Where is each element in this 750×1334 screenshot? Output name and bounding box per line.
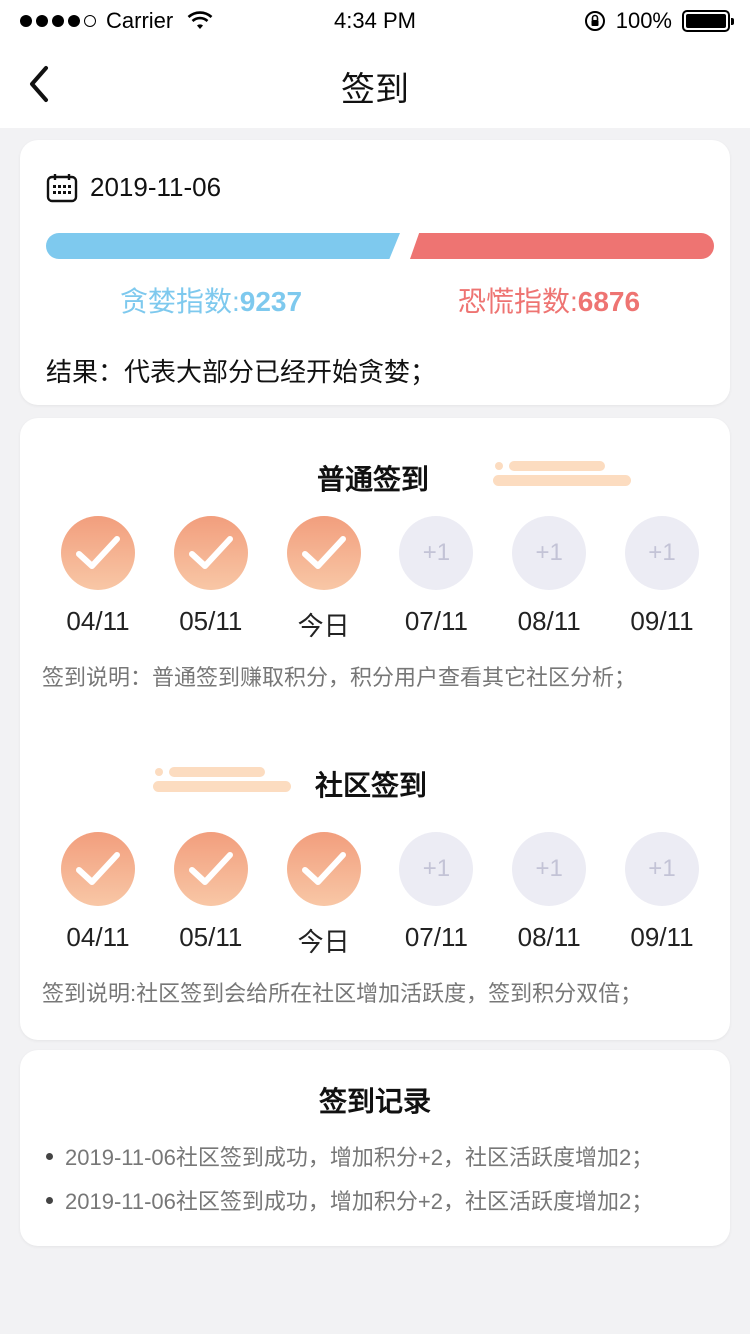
- bullet-icon: [46, 1196, 53, 1204]
- signin-day: 04/11: [60, 516, 136, 643]
- greed-value: 9237: [239, 286, 303, 317]
- day-label: 05/11: [179, 922, 243, 952]
- result-text: 结果：代表大部分已经开始贪婪；: [46, 357, 437, 387]
- day-label: 09/11: [630, 606, 694, 636]
- signed-day-button[interactable]: [61, 832, 135, 906]
- unsigned-day-button[interactable]: +1: [399, 516, 474, 590]
- checkmark-icon: [188, 536, 233, 569]
- cloud-decoration-icon: [493, 458, 633, 488]
- day-label: 08/11: [517, 922, 581, 952]
- day-label: 07/11: [404, 606, 468, 636]
- signin-day: 今日: [286, 516, 362, 643]
- page-title: 签到: [341, 71, 409, 109]
- record-item: 2019-11-06社区签到成功，增加积分+2，社区活跃度增加2；: [46, 1134, 653, 1178]
- signed-day-button[interactable]: [173, 516, 248, 590]
- reward-label: +1: [535, 539, 563, 566]
- signin-day: 05/11: [173, 516, 249, 643]
- fear-bar: [410, 233, 714, 259]
- day-label: 08/11: [517, 606, 581, 636]
- checkmark-icon: [76, 536, 120, 569]
- signed-day-button[interactable]: [61, 516, 135, 590]
- date-row: 2019-11-06: [46, 172, 221, 203]
- checkmark-icon: [188, 852, 233, 885]
- day-label: 今日: [297, 927, 350, 957]
- signin-day: +1 07/11: [398, 516, 474, 643]
- nav-bar: 签到: [0, 40, 750, 128]
- day-label: 07/11: [404, 922, 468, 952]
- battery-group: 100%: [584, 8, 734, 34]
- signin-day: 今日: [286, 832, 362, 959]
- unsigned-day-button[interactable]: +1: [399, 832, 474, 906]
- day-label: 05/11: [179, 606, 243, 636]
- records-list: 2019-11-06社区签到成功，增加积分+2，社区活跃度增加2； 2019-1…: [46, 1134, 653, 1222]
- community-signin-title: 社区签到: [315, 770, 428, 801]
- reward-label: +1: [648, 539, 676, 566]
- reward-label: +1: [535, 855, 563, 882]
- signed-day-button[interactable]: [286, 516, 361, 590]
- record-text: 2019-11-06社区签到成功，增加积分+2，社区活跃度增加2；: [65, 1189, 654, 1214]
- signed-day-button[interactable]: [286, 832, 361, 906]
- battery-icon: [682, 10, 734, 32]
- community-signin-note: 签到说明:社区签到会给所在社区增加活跃度，签到积分双倍；: [42, 981, 643, 1006]
- fear-label: 恐慌指数:: [458, 286, 578, 317]
- signin-day: +1 08/11: [511, 516, 587, 643]
- signed-day-button[interactable]: [173, 832, 248, 906]
- fear-value: 6876: [577, 286, 641, 317]
- signin-day: +1 08/11: [511, 832, 587, 959]
- signin-day: +1 09/11: [624, 516, 700, 643]
- date-text: 2019-11-06: [90, 172, 222, 202]
- signin-day: +1 09/11: [624, 832, 700, 959]
- battery-percent: 100%: [615, 8, 672, 33]
- normal-signin-days: 04/11 05/11 今日 +1 07/11 +1 08/11 +1 09/11: [60, 516, 700, 643]
- normal-signin-title: 普通签到: [317, 464, 430, 495]
- checkmark-icon: [76, 852, 120, 885]
- records-title: 签到记录: [318, 1086, 431, 1117]
- bullet-icon: [46, 1152, 53, 1160]
- signin-day: 04/11: [60, 832, 136, 959]
- signin-records-card: 签到记录 2019-11-06社区签到成功，增加积分+2，社区活跃度增加2； 2…: [20, 1050, 730, 1246]
- greed-label: 贪婪指数:: [120, 286, 240, 317]
- reward-label: +1: [422, 539, 451, 566]
- unsigned-day-button[interactable]: +1: [512, 516, 587, 590]
- reward-label: +1: [422, 855, 451, 882]
- signin-card: 普通签到 04/11 05/11 今日 +1 07/11 +1 08/11 +1 09/11 签…: [20, 418, 730, 1040]
- cloud-decoration-icon: [153, 764, 293, 794]
- unsigned-day-button[interactable]: +1: [512, 832, 587, 906]
- day-label: 04/11: [66, 922, 130, 952]
- unsigned-day-button[interactable]: +1: [624, 516, 699, 590]
- greed-bar: [46, 233, 400, 259]
- signin-day: 05/11: [173, 832, 249, 959]
- checkmark-icon: [301, 536, 346, 569]
- record-item: 2019-11-06社区签到成功，增加积分+2，社区活跃度增加2；: [46, 1178, 653, 1222]
- reward-label: +1: [648, 855, 676, 882]
- community-signin-days: 04/11 05/11 今日 +1 07/11 +1 08/11 +1 09/11: [60, 832, 700, 959]
- normal-signin-note: 签到说明：普通签到赚取积分，积分用户查看其它社区分析；: [42, 665, 637, 690]
- greed-index: 贪婪指数:9237: [120, 280, 302, 320]
- day-label: 今日: [297, 611, 350, 641]
- checkmark-icon: [301, 852, 346, 885]
- day-label: 09/11: [630, 922, 694, 952]
- orientation-lock-icon: [584, 11, 605, 31]
- day-label: 04/11: [66, 606, 130, 636]
- fear-index: 恐慌指数:6876: [458, 280, 640, 320]
- status-bar: Carrier 4:34 PM 100%: [0, 0, 750, 40]
- calendar-icon: [46, 173, 78, 202]
- record-text: 2019-11-06社区签到成功，增加积分+2，社区活跃度增加2；: [65, 1145, 654, 1170]
- signin-day: +1 07/11: [398, 832, 474, 959]
- unsigned-day-button[interactable]: +1: [624, 832, 699, 906]
- sentiment-index-card: 2019-11-06 贪婪指数:9237 恐慌指数:6876 结果：代表大部分已…: [20, 140, 730, 405]
